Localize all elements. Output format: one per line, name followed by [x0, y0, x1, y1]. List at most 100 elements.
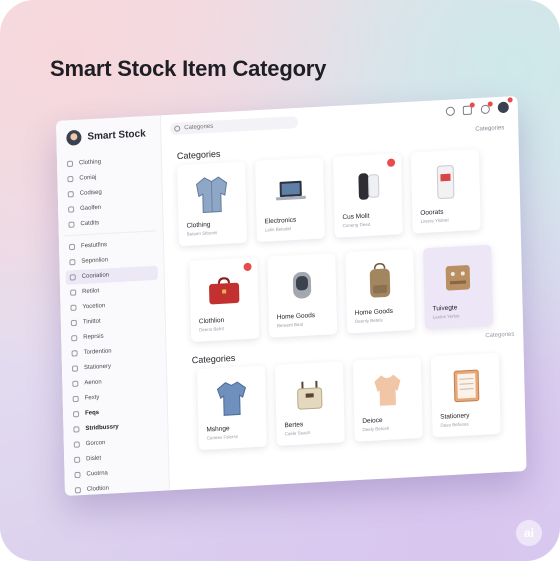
sidebar-item-label: Clodtion — [86, 485, 109, 493]
category-card[interactable]: Home Goods Bereent Beal — [267, 252, 338, 338]
top-right-label: Categories — [475, 125, 505, 133]
sidebar-item-label: Sepnnlion — [81, 257, 109, 265]
trash-icon — [74, 456, 81, 464]
sidebar: Smart Stock Clothing Coniaj Codiseg Gaol… — [56, 115, 170, 496]
card-title: Home Goods — [354, 307, 394, 317]
card-subtitle: Coneng Deed — [342, 221, 371, 229]
briefcase-icon — [73, 426, 80, 433]
info-icon — [72, 395, 79, 403]
brand-name: Smart Stock — [87, 128, 146, 143]
card-title: Clothing — [186, 221, 211, 230]
chart-icon — [70, 304, 77, 311]
sidebar-item-label: Aenon — [84, 379, 102, 387]
user-icon — [72, 380, 79, 388]
category-card[interactable]: Home Goods Deenly Betels — [345, 248, 416, 334]
sidebar-item-label: Festutfins — [80, 242, 108, 250]
sidebar-item-label: Stationery — [83, 363, 112, 372]
card-title: Clothlion — [198, 316, 225, 326]
question-icon — [72, 411, 80, 418]
search-input[interactable] — [184, 119, 285, 132]
box-icon — [445, 265, 471, 291]
check-circle-icon — [70, 289, 77, 296]
category-card[interactable]: Clothing Beteen Stbonis — [177, 161, 247, 247]
notification-badge — [387, 158, 396, 167]
category-card[interactable]: Mshnge Cenees Fslerss — [197, 365, 267, 451]
backpack-icon — [369, 263, 391, 298]
section-title: Categories — [176, 148, 221, 162]
card-subtitle: Latin Betodel — [264, 225, 292, 233]
user-avatar[interactable] — [497, 97, 513, 114]
speaker-icon — [358, 173, 380, 200]
sidebar-item-label: Cooriation — [81, 272, 110, 280]
search-icon — [174, 125, 181, 132]
box-icon — [68, 243, 76, 251]
clipboard-icon[interactable] — [462, 102, 475, 116]
search-bar[interactable] — [170, 115, 299, 136]
app-window: Smart Stock Clothing Coniaj Codiseg Gaol… — [56, 95, 527, 496]
sidebar-item-label: Stridbussry — [85, 424, 119, 432]
bell-icon — [74, 487, 81, 494]
sidebar-item-label: Gaolfen — [80, 204, 102, 213]
page-headline: Smart Stock Item Category — [50, 56, 327, 81]
card-subtitle: Beteen Stbonis — [186, 229, 218, 237]
category-card[interactable]: Electronics Latin Betodel — [255, 157, 325, 243]
list-icon — [69, 274, 76, 281]
clothing-icon — [66, 160, 74, 168]
mail-icon — [73, 441, 80, 448]
sidebar-item-label: Tinittot — [82, 318, 101, 326]
category-card[interactable]: Clothlion Deens Befrit — [189, 257, 260, 342]
card-title: Electronics — [264, 216, 297, 226]
card-subtitle: Deens Befrit — [199, 326, 224, 333]
jacket-icon — [196, 176, 228, 213]
watermark-badge: ai — [516, 520, 542, 546]
sidebar-item-label: Fexty — [84, 394, 100, 402]
sidebar-item-label: Coniaj — [79, 174, 97, 182]
notification-badge — [469, 102, 475, 108]
sidebar-item-label: Gorcon — [85, 440, 106, 448]
section-title: Categories — [191, 352, 236, 366]
card-subtitle: Bereent Beal — [276, 321, 304, 329]
sidebar-item-label: Feqs — [84, 409, 100, 417]
electronics-device-icon — [292, 272, 312, 299]
notification-badge — [487, 101, 493, 107]
card-title: Tuivegte — [432, 304, 458, 313]
notification-badge — [507, 97, 513, 103]
card-title: Home Goods — [276, 311, 316, 322]
card-subtitle: Deely Betosh — [362, 425, 390, 433]
category-card[interactable]: Deioce Deely Betosh — [352, 356, 423, 442]
canister-icon — [436, 165, 455, 200]
sidebar-item-label: Tordention — [83, 348, 112, 356]
settings-icon — [71, 350, 78, 357]
category-card[interactable]: Cus Molit Coneng Deed — [332, 153, 403, 238]
sidebar-item-label: Yocetion — [82, 303, 106, 311]
brand-avatar — [66, 129, 82, 146]
category-card[interactable]: Ooorats Lirenis Ylidnet — [410, 148, 481, 234]
layers-icon — [69, 258, 76, 266]
settings-icon[interactable] — [480, 101, 493, 115]
sidebar-item-label: Reprsis — [83, 333, 104, 341]
grid-icon — [68, 206, 75, 213]
sidebar-item-label: Codiseg — [79, 189, 102, 197]
globe-icon — [74, 471, 81, 479]
category-card[interactable]: Stationery Dees Befuoas — [430, 352, 501, 438]
category-card[interactable]: Tuivegte Levins Yerloe — [423, 244, 494, 330]
card-subtitle: Deenly Betels — [354, 317, 383, 324]
user-icon[interactable] — [445, 106, 455, 117]
brand[interactable]: Smart Stock — [66, 126, 146, 146]
card-subtitle: Caele Seach — [284, 429, 311, 437]
sidebar-item-label: Retilot — [82, 288, 100, 296]
category-card[interactable]: Bertes Caele Seach — [274, 361, 345, 446]
folder-icon — [67, 175, 74, 183]
card-title: Ooorats — [420, 208, 444, 217]
card-title: Stationery — [440, 412, 470, 421]
sidebar-item-label: Dislet — [86, 455, 102, 463]
notification-badge — [243, 262, 252, 272]
card-subtitle: Lirenis Ylidnet — [420, 217, 449, 225]
briefcase-icon — [209, 277, 240, 305]
card-subtitle: Cenees Fslerss — [206, 433, 238, 441]
sidebar-item-label: Clothing — [78, 159, 102, 167]
blouse-icon — [374, 374, 401, 406]
card-title: Bertes — [284, 421, 304, 430]
notebook-icon — [453, 369, 480, 403]
laptop-icon — [275, 180, 306, 201]
